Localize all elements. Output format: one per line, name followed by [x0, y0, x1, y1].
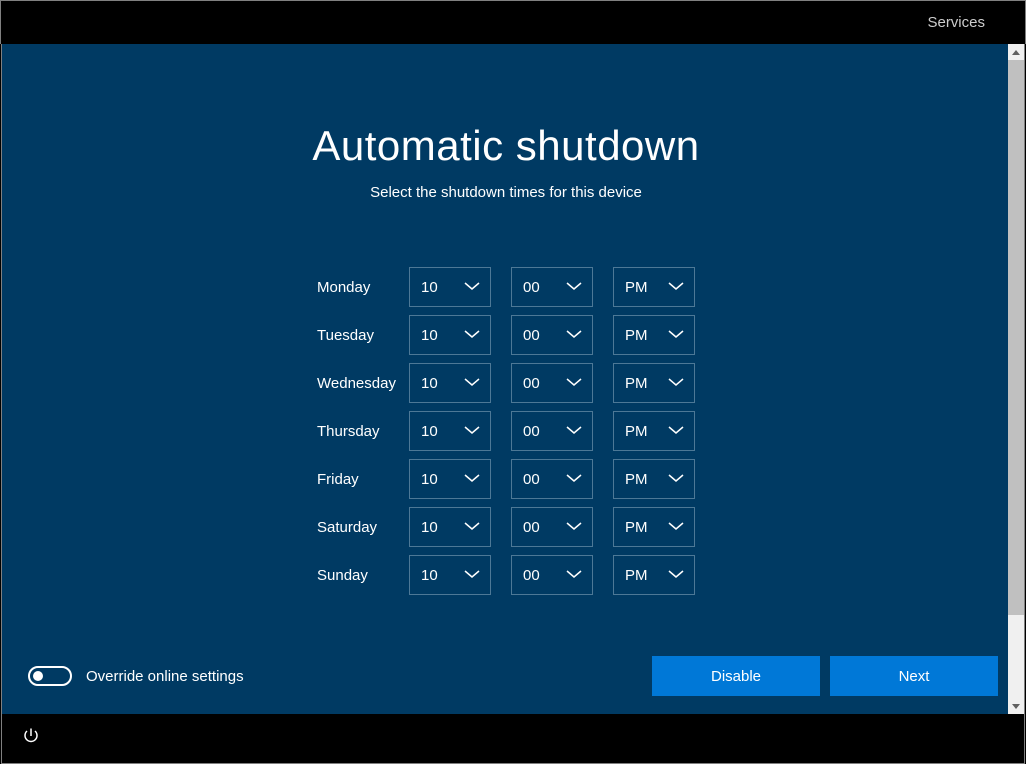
ampm-dropdown[interactable]: PM	[613, 411, 695, 451]
ampm-dropdown[interactable]: PM	[613, 507, 695, 547]
dropdown-value: PM	[625, 423, 655, 440]
dropdown-value: 00	[523, 375, 553, 392]
dropdown-value: PM	[625, 567, 655, 584]
chevron-down-icon	[566, 278, 582, 296]
chevron-down-icon	[668, 518, 684, 536]
dropdown-value: PM	[625, 327, 655, 344]
ampm-dropdown[interactable]: PM	[613, 363, 695, 403]
schedule-row-thursday: Thursday 10 00 PM	[317, 411, 695, 451]
chevron-down-icon	[464, 566, 480, 584]
chevron-down-icon	[464, 278, 480, 296]
schedule-row-saturday: Saturday 10 00 PM	[317, 507, 695, 547]
minute-dropdown[interactable]: 00	[511, 267, 593, 307]
chevron-down-icon	[464, 374, 480, 392]
scroll-up-icon[interactable]	[1008, 44, 1024, 60]
scroll-down-icon[interactable]	[1008, 698, 1024, 714]
dropdown-value: PM	[625, 279, 655, 296]
minute-dropdown[interactable]: 00	[511, 315, 593, 355]
schedule-grid: Monday 10 00 PM Tuesday 10	[317, 267, 695, 595]
chevron-down-icon	[668, 422, 684, 440]
chevron-down-icon	[566, 326, 582, 344]
bottom-bar: Override online settings Disable Next	[2, 638, 1010, 714]
schedule-row-friday: Friday 10 00 PM	[317, 459, 695, 499]
page-title: Automatic shutdown	[312, 122, 699, 170]
ampm-dropdown[interactable]: PM	[613, 555, 695, 595]
override-toggle[interactable]	[28, 666, 72, 686]
hour-dropdown[interactable]: 10	[409, 267, 491, 307]
services-link[interactable]: Services	[927, 14, 985, 31]
day-label: Sunday	[317, 567, 409, 584]
chevron-down-icon	[566, 518, 582, 536]
hour-dropdown[interactable]: 10	[409, 459, 491, 499]
day-label: Tuesday	[317, 327, 409, 344]
chevron-down-icon	[668, 326, 684, 344]
day-label: Thursday	[317, 423, 409, 440]
minute-dropdown[interactable]: 00	[511, 459, 593, 499]
minute-dropdown[interactable]: 00	[511, 555, 593, 595]
schedule-row-tuesday: Tuesday 10 00 PM	[317, 315, 695, 355]
day-label: Wednesday	[317, 375, 409, 392]
chevron-down-icon	[668, 374, 684, 392]
dropdown-value: 10	[421, 423, 451, 440]
ampm-dropdown[interactable]: PM	[613, 315, 695, 355]
chevron-down-icon	[566, 566, 582, 584]
dropdown-value: PM	[625, 471, 655, 488]
dropdown-value: 00	[523, 519, 553, 536]
button-group: Disable Next	[652, 656, 998, 696]
dropdown-value: 00	[523, 471, 553, 488]
dropdown-value: 00	[523, 423, 553, 440]
hour-dropdown[interactable]: 10	[409, 363, 491, 403]
chevron-down-icon	[668, 278, 684, 296]
dropdown-value: PM	[625, 375, 655, 392]
chevron-down-icon	[566, 374, 582, 392]
main-panel: Automatic shutdown Select the shutdown t…	[1, 44, 1025, 714]
scrollbar-thumb[interactable]	[1008, 60, 1024, 615]
schedule-row-monday: Monday 10 00 PM	[317, 267, 695, 307]
day-label: Saturday	[317, 519, 409, 536]
page-subtitle: Select the shutdown times for this devic…	[370, 184, 642, 201]
footer-bar	[1, 714, 1025, 764]
chevron-down-icon	[464, 470, 480, 488]
chevron-down-icon	[668, 566, 684, 584]
content-area: Automatic shutdown Select the shutdown t…	[2, 44, 1010, 714]
chevron-down-icon	[566, 470, 582, 488]
dropdown-value: 10	[421, 375, 451, 392]
ampm-dropdown[interactable]: PM	[613, 459, 695, 499]
day-label: Friday	[317, 471, 409, 488]
dropdown-value: PM	[625, 519, 655, 536]
top-bar: Services	[0, 0, 1026, 44]
disable-button[interactable]: Disable	[652, 656, 820, 696]
next-button[interactable]: Next	[830, 656, 998, 696]
chevron-down-icon	[566, 422, 582, 440]
toggle-knob	[33, 671, 43, 681]
hour-dropdown[interactable]: 10	[409, 315, 491, 355]
dropdown-value: 00	[523, 327, 553, 344]
day-label: Monday	[317, 279, 409, 296]
schedule-row-sunday: Sunday 10 00 PM	[317, 555, 695, 595]
minute-dropdown[interactable]: 00	[511, 363, 593, 403]
chevron-down-icon	[668, 470, 684, 488]
chevron-down-icon	[464, 326, 480, 344]
hour-dropdown[interactable]: 10	[409, 555, 491, 595]
dropdown-value: 00	[523, 567, 553, 584]
hour-dropdown[interactable]: 10	[409, 507, 491, 547]
dropdown-value: 00	[523, 279, 553, 296]
power-icon[interactable]	[22, 727, 40, 750]
dropdown-value: 10	[421, 567, 451, 584]
dropdown-value: 10	[421, 471, 451, 488]
chevron-down-icon	[464, 422, 480, 440]
hour-dropdown[interactable]: 10	[409, 411, 491, 451]
override-label: Override online settings	[86, 668, 244, 685]
schedule-row-wednesday: Wednesday 10 00 PM	[317, 363, 695, 403]
dropdown-value: 10	[421, 279, 451, 296]
minute-dropdown[interactable]: 00	[511, 411, 593, 451]
dropdown-value: 10	[421, 519, 451, 536]
scrollbar[interactable]	[1008, 44, 1024, 714]
ampm-dropdown[interactable]: PM	[613, 267, 695, 307]
minute-dropdown[interactable]: 00	[511, 507, 593, 547]
dropdown-value: 10	[421, 327, 451, 344]
chevron-down-icon	[464, 518, 480, 536]
